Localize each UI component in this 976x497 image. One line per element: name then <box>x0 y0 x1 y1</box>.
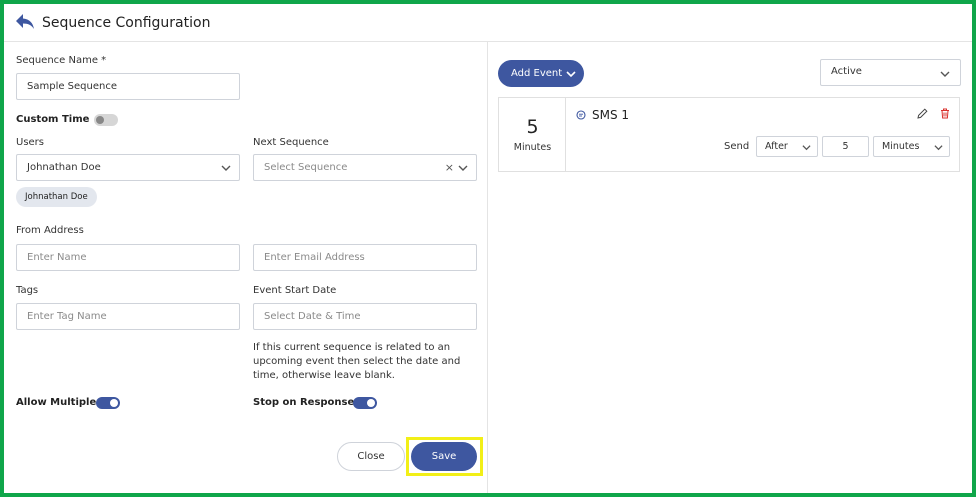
sequence-name-label: Sequence Name * <box>16 55 107 66</box>
dialog-header: Sequence Configuration <box>4 4 972 42</box>
event-delay-unit: Minutes <box>513 142 552 153</box>
add-event-label: Add Event <box>511 68 563 79</box>
chevron-down-icon <box>458 165 468 171</box>
event-start-date-input[interactable]: Select Date & Time <box>253 303 477 330</box>
custom-time-toggle[interactable] <box>94 114 118 126</box>
chevron-down-icon <box>221 165 231 171</box>
users-select[interactable]: Johnathan Doe <box>16 154 240 181</box>
event-card: 5 Minutes SMS 1 Send After 5 Minutes <box>498 97 960 172</box>
event-start-helper-text: If this current sequence is related to a… <box>253 342 461 381</box>
event-name: SMS 1 <box>592 108 630 122</box>
users-label: Users <box>16 137 45 148</box>
allow-multiple-toggle[interactable] <box>96 397 120 409</box>
next-sequence-placeholder: Select Sequence <box>264 162 348 173</box>
selected-user-chip[interactable]: Johnathan Doe <box>16 187 97 207</box>
next-sequence-select[interactable]: Select Sequence × <box>253 154 477 181</box>
from-email-input[interactable]: Enter Email Address <box>253 244 477 271</box>
panel-divider <box>487 42 488 493</box>
add-event-button[interactable]: Add Event <box>498 60 584 87</box>
from-name-input[interactable]: Enter Name <box>16 244 240 271</box>
status-select-value: Active <box>831 66 862 77</box>
unit-select[interactable]: Minutes <box>873 136 950 157</box>
timing-select-value: After <box>765 141 788 152</box>
send-label: Send <box>724 141 750 152</box>
next-sequence-label: Next Sequence <box>253 137 329 148</box>
edit-pencil-icon[interactable] <box>917 108 928 119</box>
tags-input[interactable]: Enter Tag Name <box>16 303 240 330</box>
event-delay-box: 5 Minutes <box>499 98 566 171</box>
clear-icon[interactable]: × <box>445 161 454 174</box>
back-arrow-icon[interactable] <box>15 13 35 31</box>
stop-on-response-label: Stop on Response <box>253 397 355 408</box>
save-button[interactable]: Save <box>411 442 477 471</box>
chevron-down-icon <box>802 145 811 151</box>
unit-select-value: Minutes <box>882 141 920 152</box>
sms-icon <box>576 110 586 120</box>
timing-select[interactable]: After <box>756 136 818 157</box>
page-title: Sequence Configuration <box>42 15 211 31</box>
allow-multiple-label: Allow Multiple <box>16 397 97 408</box>
status-select[interactable]: Active <box>820 59 961 86</box>
event-start-date-label: Event Start Date <box>253 285 337 296</box>
tags-label: Tags <box>16 285 39 296</box>
custom-time-label: Custom Time <box>16 114 90 125</box>
stop-on-response-toggle[interactable] <box>353 397 377 409</box>
from-address-label: From Address <box>16 225 84 236</box>
chevron-down-icon <box>940 71 950 77</box>
delay-amount-input[interactable]: 5 <box>822 136 869 157</box>
event-delay-value: 5 <box>526 116 539 138</box>
close-button[interactable]: Close <box>337 442 405 471</box>
chevron-down-icon <box>566 71 576 78</box>
sequence-name-input[interactable]: Sample Sequence <box>16 73 240 100</box>
users-select-value: Johnathan Doe <box>27 162 101 173</box>
chevron-down-icon <box>934 145 943 151</box>
delete-trash-icon[interactable] <box>940 108 950 119</box>
